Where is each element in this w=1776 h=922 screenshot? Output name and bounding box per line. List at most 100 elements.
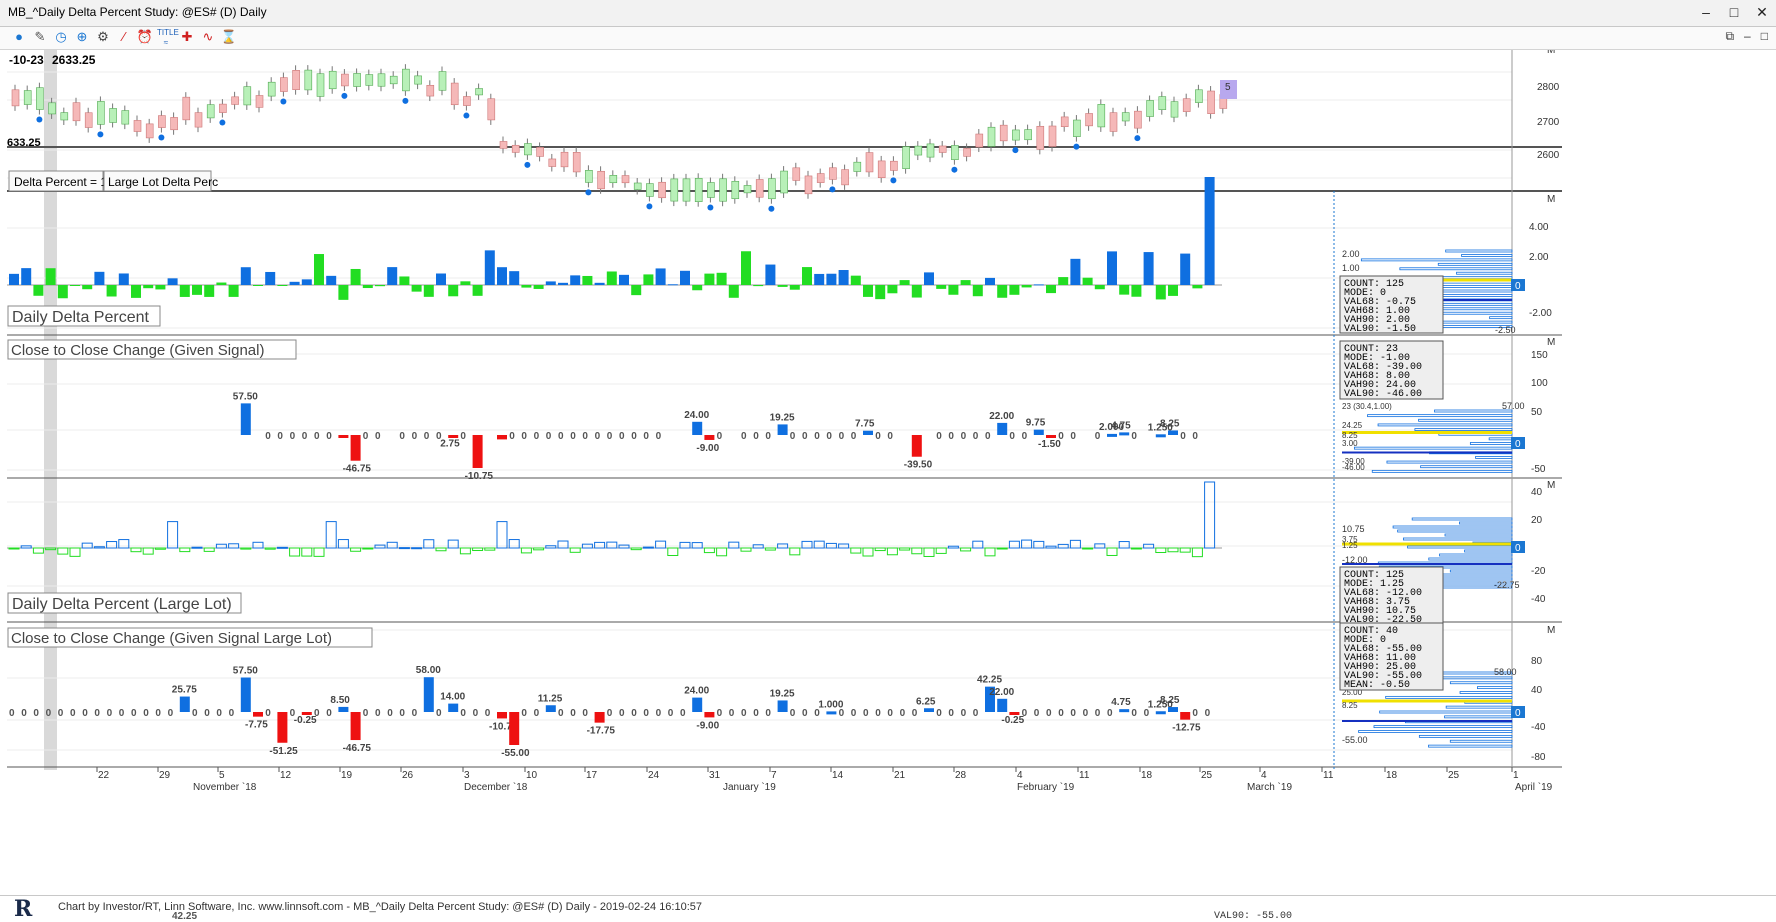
large-lot-bar — [1191, 547, 1203, 558]
candle — [1195, 89, 1203, 103]
x-month-label: November `18 — [193, 781, 257, 793]
delta-bar — [619, 274, 629, 285]
zero-value: 0 — [460, 431, 466, 442]
maximize-panel-icon[interactable]: M — [1547, 50, 1555, 56]
delta-bar — [594, 282, 605, 285]
large-lot-bar — [1021, 539, 1033, 549]
minimize-button[interactable]: – — [1694, 3, 1718, 21]
signal-dot — [402, 97, 409, 104]
axis-tick: 150 — [1531, 350, 1548, 361]
profile-bar — [1385, 695, 1513, 699]
candle — [1060, 116, 1069, 128]
delta-bar — [362, 285, 373, 289]
maximize-panel-icon[interactable]: M — [1547, 480, 1555, 491]
delta-bar — [716, 272, 727, 285]
delta-bar — [375, 285, 385, 287]
large-lot-bar — [923, 547, 935, 557]
delta-bar — [1058, 277, 1069, 285]
zero-value: 0 — [582, 708, 588, 719]
delta-bar — [314, 254, 324, 285]
clock-icon[interactable]: ◷ — [52, 28, 70, 46]
candle — [121, 110, 130, 125]
change-bar — [1119, 709, 1130, 713]
candle — [682, 178, 691, 202]
zero-value: 0 — [741, 708, 747, 719]
large-lot-bar — [667, 547, 679, 556]
maximize-panel-icon[interactable]: M — [1547, 625, 1555, 636]
restore-icon[interactable]: ⧉ — [1725, 29, 1734, 43]
candle — [646, 183, 654, 197]
line-icon[interactable]: ∕ — [115, 28, 133, 46]
zero-value: 0 — [58, 708, 64, 719]
delta-bar — [70, 285, 80, 286]
profile-label: 57.00 — [1502, 401, 1525, 411]
zero-value: 0 — [1192, 708, 1198, 719]
toolbar-window-controls: ⧉ – □ — [1725, 29, 1768, 44]
delta-bar — [9, 273, 19, 285]
crosshair-icon[interactable]: ✚ — [178, 28, 196, 46]
large-lot-bar — [386, 541, 398, 549]
time-axis[interactable]: 22 29 5 12 19 26 3 10 17 24 31 7 14 21 28 4 11 18 25 4 11 18 2… — [96, 767, 1553, 793]
alarm-icon[interactable]: ⏰ — [136, 28, 154, 46]
value-label: -0.25 — [1001, 715, 1024, 726]
zero-value: 0 — [204, 708, 210, 719]
delta-bar — [777, 285, 788, 287]
profile-bar — [1440, 302, 1513, 306]
maximize-panel-icon[interactable]: M — [1547, 194, 1555, 205]
large-lot-bar — [154, 547, 166, 550]
maximize-panel-icon[interactable]: M — [1547, 337, 1555, 348]
candle — [768, 178, 776, 200]
wave-icon[interactable]: ∿ — [199, 28, 217, 46]
globe-icon[interactable]: ● — [10, 28, 28, 46]
candle — [951, 145, 959, 160]
title-icon[interactable]: TITLE ≈ — [157, 28, 179, 47]
profile-bar — [1371, 469, 1513, 473]
large-lot-bar — [874, 547, 886, 552]
value-label: 19.25 — [770, 688, 795, 699]
chart-area[interactable]: -10-23 2633.25 633.25 5 2800 2700 2600 M… — [7, 50, 1770, 895]
candle — [926, 143, 935, 158]
value-label: -55.00 — [501, 748, 530, 759]
large-lot-bar — [459, 547, 471, 555]
maximize-button[interactable]: □ — [1722, 3, 1746, 21]
zero-value: 0 — [851, 708, 857, 719]
gear-icon[interactable]: ⚙ — [94, 28, 112, 46]
large-lot-bar — [252, 541, 264, 549]
delta-bar — [1155, 285, 1166, 300]
magnifier-icon[interactable]: ⊕ — [73, 28, 91, 46]
delta-bar — [728, 285, 739, 298]
close-button[interactable]: ✕ — [1750, 3, 1774, 21]
x-tick-label: 21 — [894, 770, 906, 781]
maximize-icon[interactable]: □ — [1761, 29, 1768, 43]
candle — [755, 179, 764, 198]
large-lot-bar — [850, 547, 862, 554]
minimize-icon[interactable]: – — [1744, 29, 1751, 43]
hourglass-icon[interactable]: ⌛ — [220, 28, 238, 46]
candle — [304, 69, 313, 91]
value-label: 7.75 — [855, 419, 875, 430]
candle — [36, 87, 44, 110]
large-lot-bar — [57, 547, 69, 555]
profile-bar — [1428, 557, 1513, 561]
pencil-icon[interactable]: ✎ — [31, 28, 49, 46]
candle — [816, 173, 825, 183]
change-bar — [338, 435, 349, 438]
change-bar — [1046, 435, 1056, 438]
stats-box: COUNT: 125 MODE: 0 VAL68: -0.75 VAH68: 1.00… — [1339, 275, 1444, 335]
zero-value: 0 — [1205, 708, 1211, 719]
profile-label: 3.00 — [1342, 439, 1358, 448]
large-lot-bar — [594, 541, 606, 549]
delta-bar — [497, 267, 507, 285]
axis-tick: 40 — [1531, 685, 1543, 696]
volume-profile — [1342, 409, 1513, 473]
zero-label: 0 — [1515, 543, 1521, 554]
change-bar — [911, 435, 922, 457]
x-tick-label: 10 — [526, 770, 538, 781]
zero-value: 0 — [619, 431, 625, 442]
zero-value: 0 — [265, 431, 271, 442]
x-month-label: January `19 — [723, 781, 776, 793]
profile-bar — [1379, 710, 1513, 714]
delta-bar — [570, 275, 581, 285]
x-tick-label: 28 — [955, 770, 967, 781]
delta-bar — [155, 285, 166, 290]
